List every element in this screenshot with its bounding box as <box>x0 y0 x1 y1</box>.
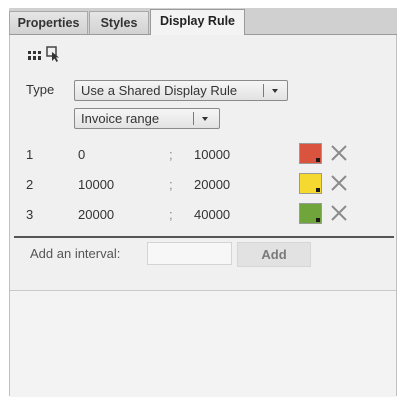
tab-styles[interactable]: Styles <box>89 11 149 34</box>
tab-display-rule[interactable]: Display Rule <box>150 9 245 35</box>
type-label: Type <box>26 82 55 97</box>
interval-index: 2 <box>26 177 34 192</box>
color-swatch-button[interactable] <box>299 143 322 164</box>
interval-from: 0 <box>78 147 86 162</box>
tab-bar: Properties Styles Display Rule <box>9 8 397 35</box>
color-swatch-button[interactable] <box>299 203 322 224</box>
display-rule-panel: Type Use a Shared Display Rule Invoice r… <box>9 35 397 397</box>
close-icon[interactable] <box>330 204 348 222</box>
close-icon[interactable] <box>330 144 348 162</box>
add-interval-label: Add an interval: <box>30 246 121 261</box>
swatch-corner-icon <box>316 158 320 162</box>
interval-separator: ; <box>169 177 173 192</box>
dropdown-separator <box>193 112 194 125</box>
swatch-corner-icon <box>316 188 320 192</box>
divider <box>14 236 394 238</box>
add-interval-button[interactable]: Add <box>237 242 311 267</box>
display-rule-type-value: Use a Shared Display Rule <box>81 83 238 98</box>
color-swatch-button[interactable] <box>299 173 322 194</box>
shared-rule-select[interactable]: Invoice range <box>74 108 220 129</box>
dropdown-separator <box>263 84 264 97</box>
interval-row: 3 20000 ; 40000 <box>10 203 396 227</box>
chevron-down-icon <box>272 89 278 93</box>
shared-rule-value: Invoice range <box>81 111 160 126</box>
interval-from: 10000 <box>78 177 115 192</box>
interval-to: 20000 <box>194 177 231 192</box>
interval-separator: ; <box>169 147 173 162</box>
chevron-down-icon <box>202 117 208 121</box>
interval-to: 10000 <box>194 147 231 162</box>
grid-icon[interactable] <box>28 51 42 61</box>
interval-separator: ; <box>169 207 173 222</box>
display-rule-type-select[interactable]: Use a Shared Display Rule <box>74 80 288 101</box>
interval-to: 40000 <box>194 207 231 222</box>
close-icon[interactable] <box>330 174 348 192</box>
interval-index: 1 <box>26 147 34 162</box>
interval-row: 2 10000 ; 20000 <box>10 173 396 197</box>
tab-properties[interactable]: Properties <box>9 11 88 34</box>
panel-empty-area <box>10 290 396 397</box>
interval-index: 3 <box>26 207 34 222</box>
add-interval-input[interactable] <box>147 242 232 265</box>
interval-row: 1 0 ; 10000 <box>10 143 396 167</box>
cursor-select-icon[interactable] <box>46 46 60 62</box>
interval-from: 20000 <box>78 207 115 222</box>
swatch-corner-icon <box>316 218 320 222</box>
